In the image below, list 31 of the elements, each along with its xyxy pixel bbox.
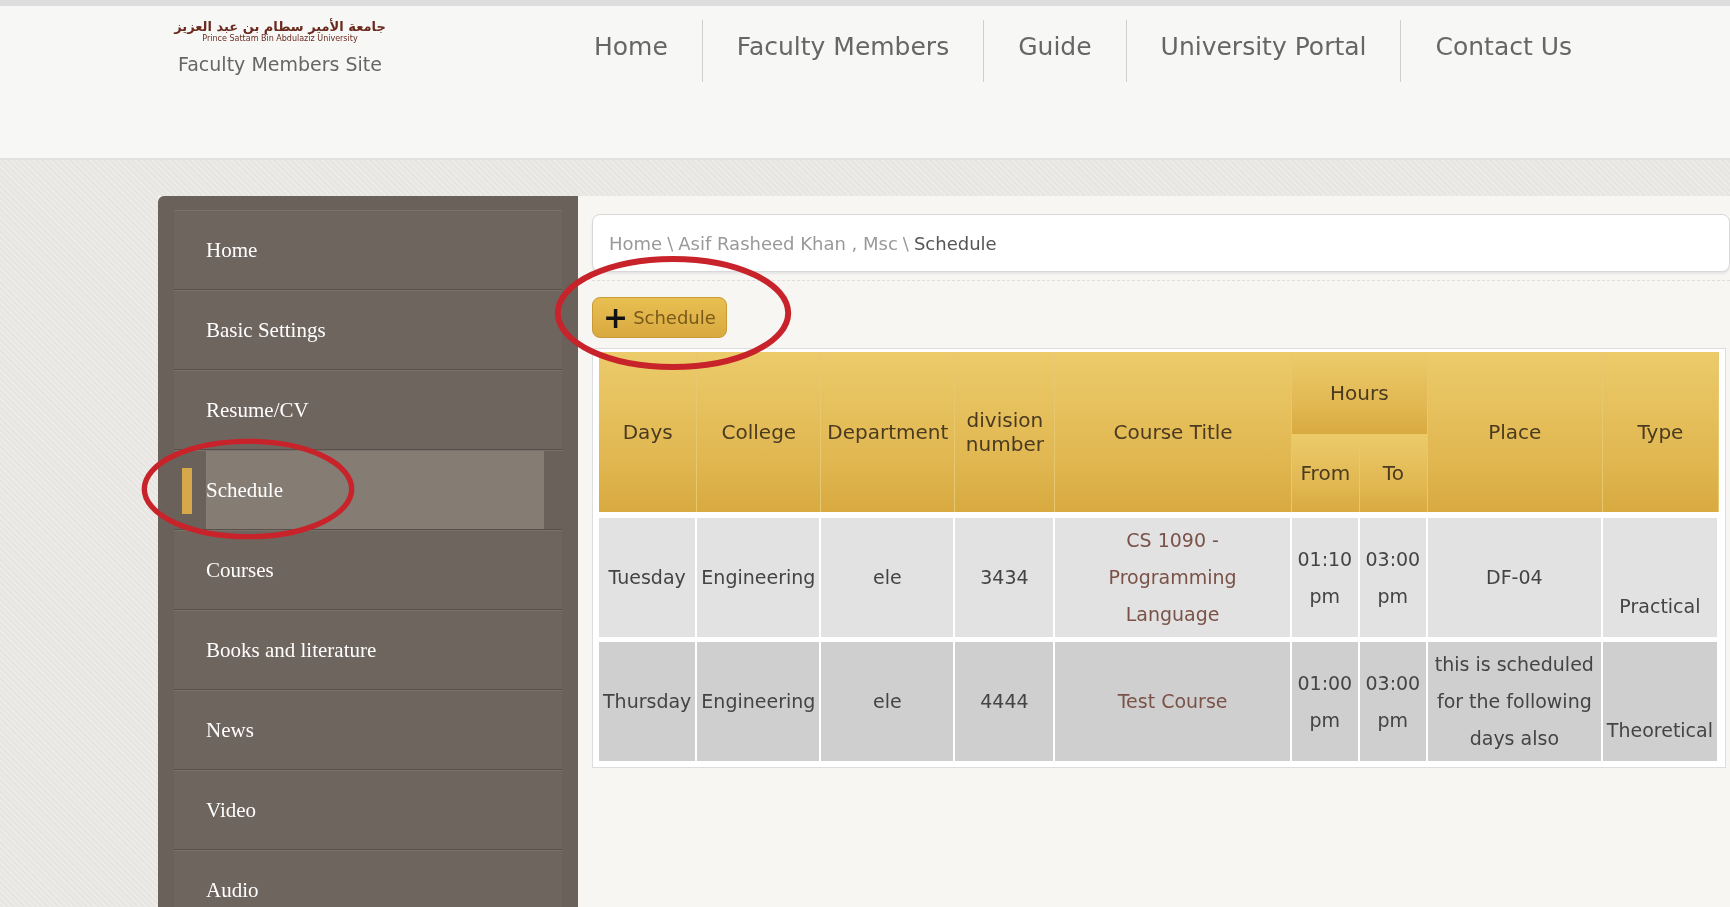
- breadcrumb-separator: \: [902, 232, 909, 254]
- nav-link[interactable]: University Portal: [1126, 16, 1401, 96]
- column-header: Department: [821, 352, 956, 512]
- add-schedule-button[interactable]: + Schedule: [592, 297, 727, 338]
- breadcrumb-link[interactable]: Asif Rasheed Khan , Msc: [678, 232, 898, 254]
- breadcrumb-link[interactable]: Home: [609, 232, 663, 254]
- sidebar-item[interactable]: Home: [174, 210, 562, 290]
- sidebar-item[interactable]: Courses: [174, 530, 562, 610]
- column-header: College: [697, 352, 822, 512]
- sidebar-item[interactable]: News: [174, 690, 562, 770]
- column-header: To: [1359, 434, 1428, 512]
- column-header: Place: [1427, 352, 1603, 512]
- nav-link[interactable]: Contact Us: [1401, 16, 1607, 96]
- nav-link[interactable]: Home: [560, 16, 702, 96]
- sidebar-item[interactable]: Books and literature: [174, 610, 562, 690]
- column-header: From: [1291, 434, 1360, 512]
- column-header: Course Title: [1055, 352, 1292, 512]
- breadcrumb-link[interactable]: Schedule: [913, 232, 997, 254]
- column-header: division number: [955, 352, 1056, 512]
- column-header: Type: [1602, 352, 1719, 512]
- sidebar-item[interactable]: Schedule: [174, 450, 562, 530]
- sidebar-item[interactable]: Basic Settings: [174, 290, 562, 370]
- sidebar-item[interactable]: Video: [174, 770, 562, 850]
- nav-link[interactable]: Faculty Members: [702, 16, 984, 96]
- nav-link[interactable]: Guide: [984, 16, 1126, 96]
- breadcrumb-separator: \: [667, 232, 674, 254]
- sidebar-item[interactable]: Resume/CV: [174, 370, 562, 450]
- site-title: Faculty Members Site: [178, 53, 382, 76]
- column-header: Days: [599, 352, 698, 512]
- column-header: Hours: [1291, 352, 1428, 434]
- sidebar-item[interactable]: Audio: [174, 850, 562, 907]
